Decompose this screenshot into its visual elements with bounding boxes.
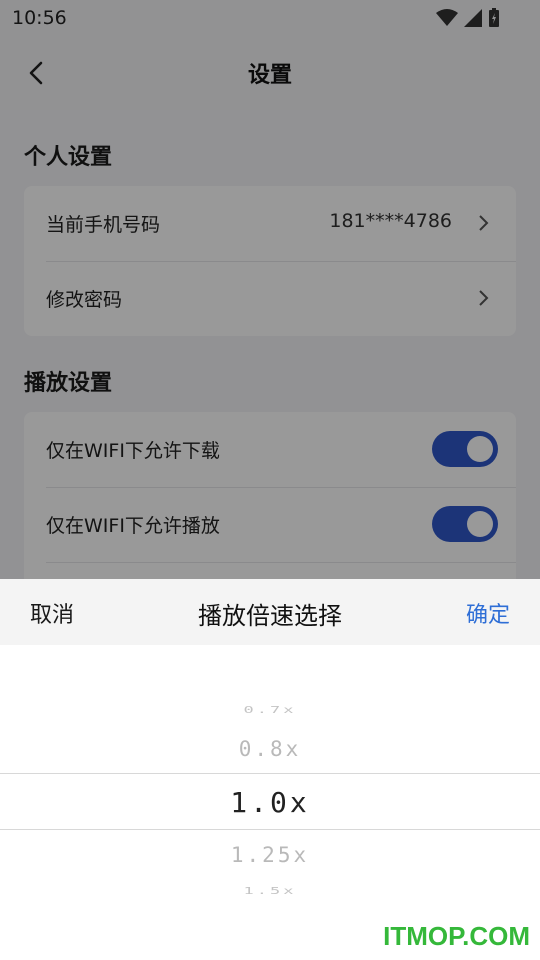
speed-picker[interactable]: 0.7x 0.8x 1.0x 1.25x 1.5x <box>0 645 540 960</box>
speed-option[interactable]: 0.7x <box>0 705 540 716</box>
sheet-title: 播放倍速选择 <box>198 602 342 630</box>
speed-option-selected[interactable]: 1.0x <box>0 786 540 819</box>
speed-sheet-header: 取消 播放倍速选择 确定 <box>0 579 540 645</box>
confirm-button[interactable]: 确定 <box>466 597 510 629</box>
speed-option[interactable]: 0.8x <box>0 737 540 761</box>
picker-selection-line-bottom <box>0 829 540 830</box>
picker-selection-line-top <box>0 773 540 774</box>
watermark: ITMOP.COM <box>383 921 530 951</box>
speed-option[interactable]: 1.25x <box>0 843 540 867</box>
speed-option[interactable]: 1.5x <box>0 886 540 897</box>
